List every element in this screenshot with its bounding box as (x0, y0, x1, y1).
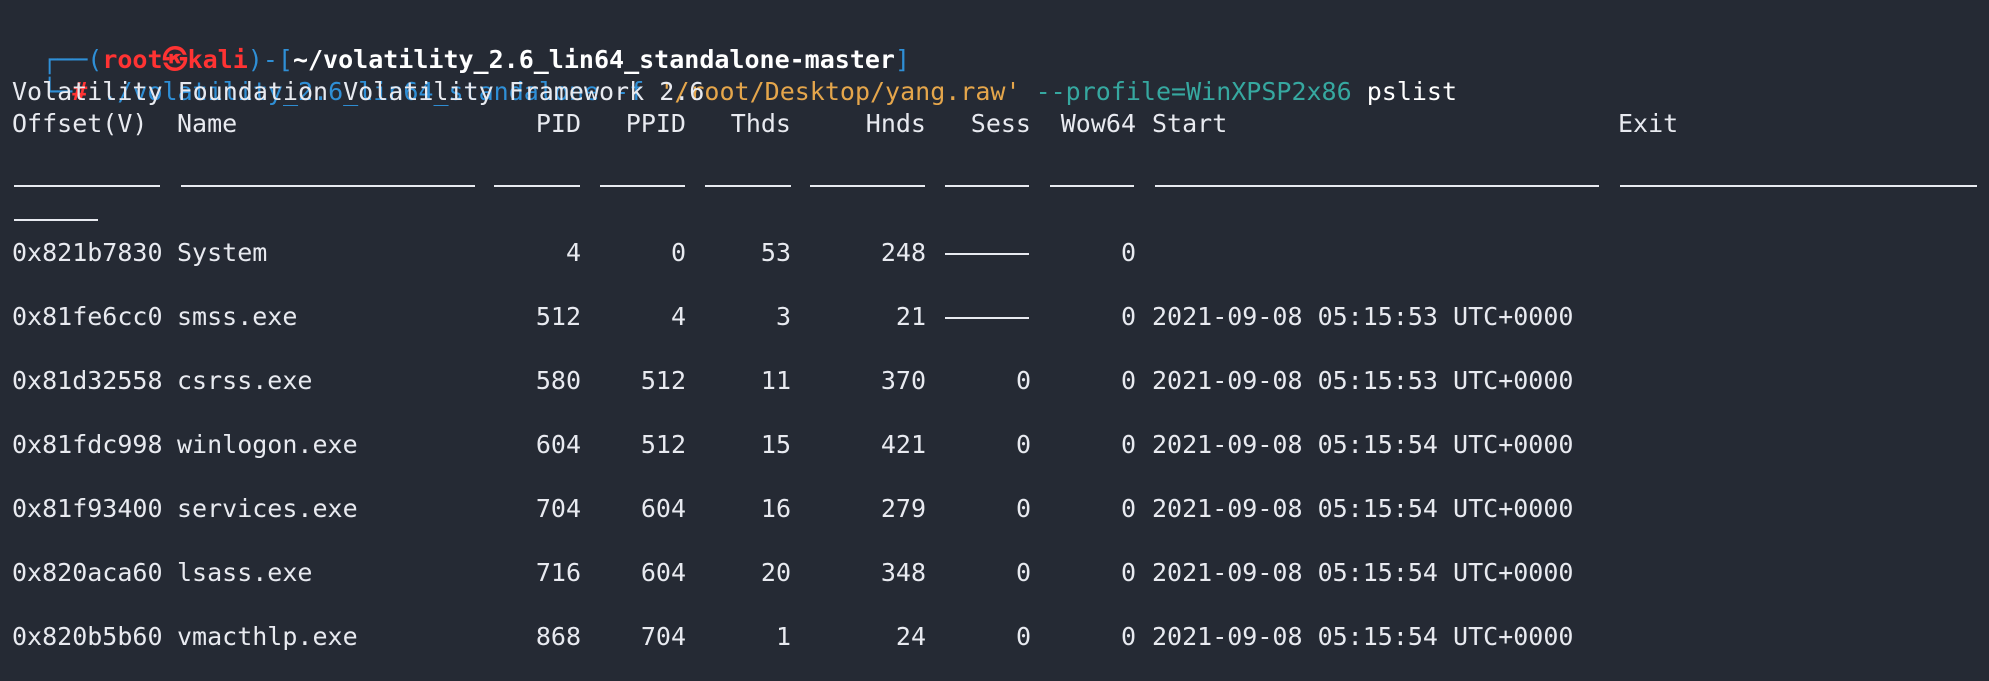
header-name: Name (177, 109, 238, 138)
cell-exit (1618, 493, 1978, 525)
cell-sess: 0 (1015, 494, 1031, 523)
cell-sess: 0 (1015, 622, 1031, 651)
command-plugin: pslist (1366, 77, 1458, 106)
cell-exit (1618, 301, 1978, 333)
cell-hnds: 348 (880, 558, 926, 587)
header-ppid: PPID (625, 109, 686, 138)
command-profile: --profile=WinXPSP2x86 (1035, 77, 1352, 106)
cell-ppid: 0 (670, 238, 686, 267)
cell-ppid: 704 (640, 622, 686, 651)
cell-start: 2021-09-08 05:15:54 UTC+0000 (1152, 622, 1574, 651)
cell-hnds: 21 (895, 302, 926, 331)
cell-ppid: 604 (640, 558, 686, 587)
cell-sess: 0 (1015, 558, 1031, 587)
cell-start: 2021-09-08 05:15:54 UTC+0000 (1152, 558, 1574, 587)
header-thds: Thds (730, 109, 791, 138)
cell-start: 2021-09-08 05:15:54 UTC+0000 (1152, 494, 1574, 523)
cell-wow64: 0 (1120, 366, 1136, 395)
cell-wow64: 0 (1120, 494, 1136, 523)
cell-pid: 4 (565, 238, 581, 267)
cell-exit (1618, 621, 1978, 653)
cell-offset: 0x821b7830 (12, 238, 163, 267)
cell-thds: 15 (760, 430, 791, 459)
cell-hnds: 421 (880, 430, 926, 459)
header-wow64: Wow64 (1060, 109, 1136, 138)
header-hnds: Hnds (865, 109, 926, 138)
cell-exit (1618, 557, 1978, 589)
header-pid: PID (535, 109, 581, 138)
cell-start: 2021-09-08 05:15:54 UTC+0000 (1152, 430, 1574, 459)
header-separator (705, 185, 791, 187)
cell-pid: 512 (535, 302, 581, 331)
sess-empty-dash (945, 317, 1029, 319)
cell-offset: 0x81fdc998 (12, 430, 163, 459)
cell-offset: 0x81f93400 (12, 494, 163, 523)
header-separator (494, 185, 580, 187)
header-exit: Exit (1618, 109, 1679, 138)
header-separator (1050, 185, 1134, 187)
cell-pid: 604 (535, 430, 581, 459)
cell-exit (1618, 429, 1978, 461)
header-separator-wrap (14, 219, 98, 221)
cell-exit (1618, 365, 1978, 397)
cell-thds: 20 (760, 558, 791, 587)
header-separator (810, 185, 925, 187)
cell-thds: 1 (775, 622, 791, 651)
cell-pid: 716 (535, 558, 581, 587)
banner-text: Volatility Foundation Volatility Framewo… (12, 77, 705, 106)
cell-thds: 11 (760, 366, 791, 395)
cell-exit (1618, 237, 1978, 269)
header-separator (1620, 185, 1977, 187)
cell-name: System (177, 238, 268, 267)
header-separator (600, 185, 685, 187)
header-start: Start (1152, 109, 1228, 138)
cell-offset: 0x820aca60 (12, 558, 163, 587)
sess-empty-dash (945, 253, 1029, 255)
header-separator (945, 185, 1029, 187)
cell-name: winlogon.exe (177, 430, 358, 459)
cell-wow64: 0 (1120, 558, 1136, 587)
cell-thds: 53 (760, 238, 791, 267)
cell-pid: 868 (535, 622, 581, 651)
cell-name: lsass.exe (177, 558, 313, 587)
cell-name: smss.exe (177, 302, 298, 331)
command-file-arg: '/root/Desktop/yang.raw' (659, 77, 1021, 106)
header-separator (1155, 185, 1599, 187)
cell-thds: 3 (775, 302, 791, 331)
header-sess: Sess (970, 109, 1031, 138)
cell-hnds: 370 (880, 366, 926, 395)
cell-ppid: 604 (640, 494, 686, 523)
cell-offset: 0x820b5b60 (12, 622, 163, 651)
cell-offset: 0x81d32558 (12, 366, 163, 395)
cell-name: services.exe (177, 494, 358, 523)
cell-name: vmacthlp.exe (177, 622, 358, 651)
cell-ppid: 512 (640, 430, 686, 459)
header-separator (181, 185, 475, 187)
cell-hnds: 279 (880, 494, 926, 523)
cell-offset: 0x81fe6cc0 (12, 302, 163, 331)
cell-name: csrss.exe (177, 366, 313, 395)
cell-start: 2021-09-08 05:15:53 UTC+0000 (1152, 366, 1574, 395)
cell-thds: 16 (760, 494, 791, 523)
prompt-line: ┌──(root㉿kali)-[~/volatility_2.6_lin64_s… (12, 12, 910, 74)
cell-sess: 0 (1015, 430, 1031, 459)
cell-wow64: 0 (1120, 238, 1136, 267)
cell-start (1152, 237, 1597, 269)
cell-hnds: 248 (880, 238, 926, 267)
header-separator (14, 185, 160, 187)
cell-ppid: 512 (640, 366, 686, 395)
cell-hnds: 24 (895, 622, 926, 651)
cell-sess: 0 (1015, 366, 1031, 395)
cell-pid: 580 (535, 366, 581, 395)
command-line[interactable]: └─# ./volatility_2.6_lin64_standalone -f… (12, 44, 1457, 106)
cell-wow64: 0 (1120, 302, 1136, 331)
cell-start: 2021-09-08 05:15:53 UTC+0000 (1152, 302, 1574, 331)
cell-ppid: 4 (670, 302, 686, 331)
cell-pid: 704 (535, 494, 581, 523)
cell-wow64: 0 (1120, 622, 1136, 651)
header-offset-v: Offset(V) (12, 109, 148, 138)
cell-wow64: 0 (1120, 430, 1136, 459)
